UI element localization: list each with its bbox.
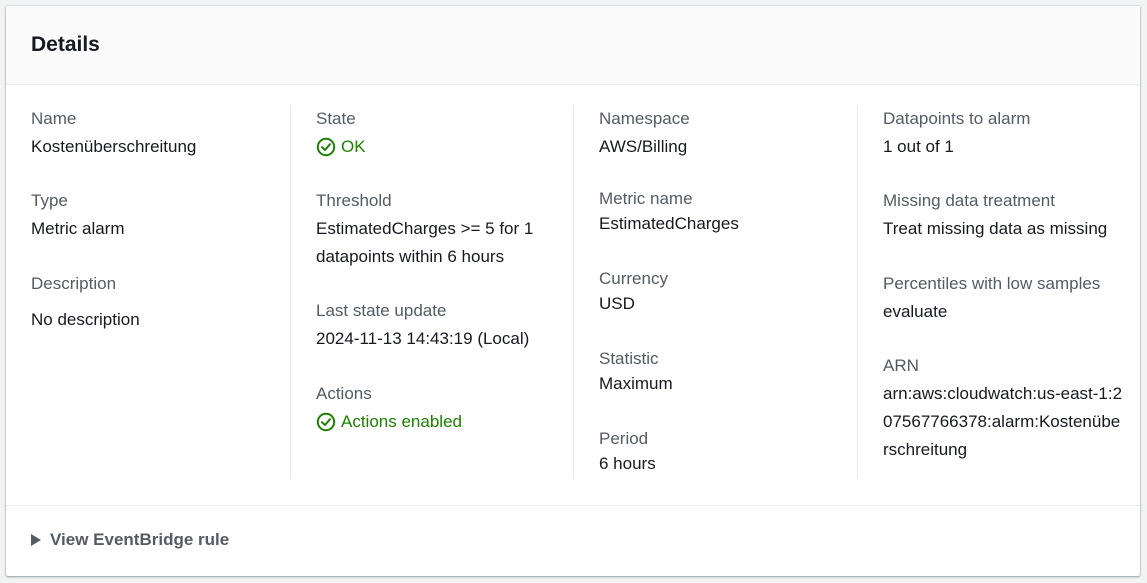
status-ok-icon	[316, 137, 336, 157]
field-label: Description	[31, 274, 117, 293]
field-value: 1 out of 1	[883, 137, 954, 156]
panel-footer: View EventBridge rule	[6, 506, 1140, 574]
field-label: Last state update	[316, 301, 447, 320]
actions-value: Actions enabled	[316, 408, 556, 441]
field-value: Metric alarm	[31, 219, 125, 238]
state-text: OK	[341, 137, 366, 156]
status-ok-icon	[316, 412, 336, 432]
field-value: AWS/Billing	[599, 137, 688, 156]
expander-label: View EventBridge rule	[50, 530, 230, 549]
details-panel: Details Name Kostenüberschreitung Type M…	[6, 6, 1140, 576]
field-value: 6 hours	[599, 454, 656, 473]
field-value: EstimatedCharges >= 5 for 1 datapoints w…	[316, 219, 534, 266]
field-type: Type Metric alarm	[31, 190, 271, 243]
field-label: Actions	[316, 384, 372, 403]
field-description: Description No description	[31, 273, 271, 334]
field-period: Period 6 hours	[599, 428, 839, 478]
field-label: Currency	[599, 269, 668, 288]
field-value: Kostenüberschreitung	[31, 137, 197, 156]
field-value: 2024-11-13 14:43:19 (Local)	[316, 329, 530, 348]
caret-right-icon	[31, 534, 41, 546]
field-namespace: Namespace AWS/Billing	[599, 108, 839, 161]
field-metric-name: Metric name EstimatedCharges	[599, 188, 839, 238]
view-eventbridge-rule-expander[interactable]: View EventBridge rule	[31, 530, 229, 550]
status-ok: Actions enabled	[316, 408, 462, 436]
field-value: arn:aws:cloudwatch:us-east-1:20756776637…	[883, 384, 1123, 459]
state-value: OK	[316, 133, 556, 166]
field-datapoints-to-alarm: Datapoints to alarm 1 out of 1	[883, 108, 1123, 161]
field-label: Datapoints to alarm	[883, 109, 1031, 128]
field-state: State OK	[316, 108, 556, 166]
field-label: Metric name	[599, 189, 693, 208]
field-label: Period	[599, 429, 649, 448]
field-threshold: Threshold EstimatedCharges >= 5 for 1 da…	[316, 190, 561, 271]
field-arn: ARN arn:aws:cloudwatch:us-east-1:2075677…	[883, 355, 1123, 464]
actions-text: Actions enabled	[341, 412, 462, 431]
field-value: Treat missing data as missing	[883, 219, 1108, 238]
field-label: Namespace	[599, 109, 690, 128]
field-label: Name	[31, 109, 77, 128]
field-value: EstimatedCharges	[599, 214, 739, 233]
field-missing-data-treatment: Missing data treatment Treat missing dat…	[883, 190, 1123, 243]
field-value: No description	[31, 310, 140, 329]
field-name: Name Kostenüberschreitung	[31, 108, 271, 161]
field-value: Maximum	[599, 374, 673, 393]
field-currency: Currency USD	[599, 268, 839, 318]
field-label: Type	[31, 191, 68, 210]
field-statistic: Statistic Maximum	[599, 348, 839, 398]
field-label: Threshold	[316, 191, 392, 210]
field-last-state-update: Last state update 2024-11-13 14:43:19 (L…	[316, 300, 556, 353]
status-ok: OK	[316, 133, 366, 161]
panel-title: Details	[31, 33, 100, 56]
field-label: State	[316, 109, 356, 128]
field-value: evaluate	[883, 302, 948, 321]
field-actions: Actions Actions enabled	[316, 383, 556, 441]
details-columns: Name Kostenüberschreitung Type Metric al…	[6, 85, 1140, 506]
details-column-2: State OK Threshold EstimatedCharges >= 5…	[290, 105, 574, 479]
field-label: Statistic	[599, 349, 659, 368]
details-column-3: Namespace AWS/Billing Metric name Estima…	[573, 105, 857, 479]
field-value: USD	[599, 294, 635, 313]
details-column-4: Datapoints to alarm 1 out of 1 Missing d…	[857, 105, 1140, 479]
panel-header: Details	[6, 6, 1140, 85]
field-label: Percentiles with low samples	[883, 274, 1101, 293]
field-label: ARN	[883, 356, 919, 375]
details-column-1: Name Kostenüberschreitung Type Metric al…	[6, 105, 290, 479]
field-percentiles-low-samples: Percentiles with low samples evaluate	[883, 273, 1123, 326]
field-label: Missing data treatment	[883, 191, 1055, 210]
